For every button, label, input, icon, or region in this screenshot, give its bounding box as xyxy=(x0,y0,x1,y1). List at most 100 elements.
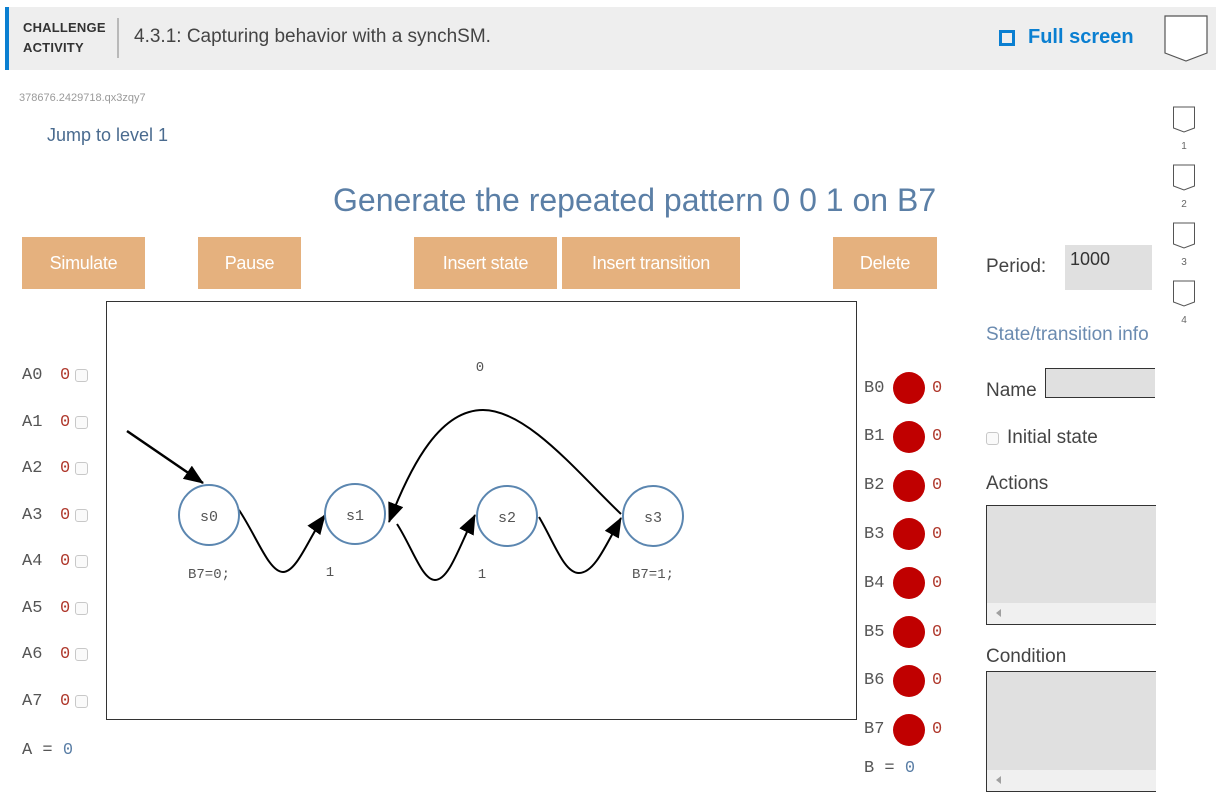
fullscreen-button[interactable]: Full screen xyxy=(999,26,1134,49)
output-led-icon xyxy=(893,713,925,746)
level-badge-icon xyxy=(1173,222,1195,249)
output-value: 0 xyxy=(932,476,943,496)
level-indicator-1[interactable]: 1 xyxy=(1172,106,1196,152)
transition-s2-s3[interactable] xyxy=(538,516,622,575)
input-checkbox[interactable] xyxy=(75,369,88,382)
input-checkbox[interactable] xyxy=(75,415,88,429)
task-prompt: Generate the repeated pattern 0 0 1 on B… xyxy=(333,182,937,218)
jump-to-level-link[interactable]: Jump to level 1 xyxy=(47,125,168,146)
state-diagram: s0 s1 s2 s3 B7=0; B7=1; 1 1 0 xyxy=(126,360,684,583)
challenge-label-line1: CHALLENGE xyxy=(23,20,106,35)
initial-state-checkbox[interactable] xyxy=(986,431,999,445)
input-name: A6 xyxy=(22,645,43,664)
level-indicator-2[interactable]: 2 xyxy=(1172,164,1196,210)
input-row-a0: A0 0 xyxy=(22,366,88,385)
level-indicator-3[interactable]: 3 xyxy=(1172,222,1196,268)
transition-s1-s2-condition: 1 xyxy=(478,567,486,583)
state-s0[interactable]: s0 xyxy=(178,484,240,546)
actions-label: Actions xyxy=(986,473,1049,494)
output-name: B2 xyxy=(864,476,885,496)
state-s0-name: s0 xyxy=(200,509,218,526)
delete-button[interactable]: Delete xyxy=(833,237,937,289)
output-row-b2: B2 0 xyxy=(864,469,943,502)
output-total-value: 0 xyxy=(904,759,916,778)
input-row-a3: A3 0 xyxy=(22,506,88,525)
output-led-icon xyxy=(893,518,925,551)
pause-button[interactable]: Pause xyxy=(198,237,301,289)
output-row-b0: B0 0 xyxy=(864,372,942,404)
state-s1-name: s1 xyxy=(346,508,364,525)
fullscreen-label: Full screen xyxy=(1028,26,1134,48)
input-value: 0 xyxy=(60,691,71,711)
input-name: A2 xyxy=(22,459,43,478)
output-value: 0 xyxy=(932,720,943,740)
name-input[interactable] xyxy=(1045,368,1155,398)
state-s3[interactable]: s3 xyxy=(622,485,684,547)
input-value: 0 xyxy=(60,366,71,385)
output-led-icon xyxy=(893,469,925,502)
initial-state-row[interactable]: Initial state xyxy=(986,427,1098,449)
input-checkbox[interactable] xyxy=(75,508,88,522)
activity-title: 4.3.1: Capturing behavior with a synchSM… xyxy=(134,26,491,47)
activity-id: 378676.2429718.qx3zqy7 xyxy=(19,92,146,104)
input-row-a6: A6 0 xyxy=(22,645,88,664)
condition-textarea[interactable] xyxy=(986,671,1156,792)
condition-horizontal-scrollbar[interactable] xyxy=(987,770,1156,791)
input-row-a2: A2 0 xyxy=(22,459,88,478)
input-checkbox[interactable] xyxy=(75,601,88,615)
input-checkbox[interactable] xyxy=(75,555,88,568)
state-transition-info-title: State/transition info xyxy=(986,324,1149,345)
state-s3-action: B7=1; xyxy=(632,567,674,583)
period-input[interactable]: 1000 xyxy=(1065,245,1152,290)
actions-horizontal-scrollbar[interactable] xyxy=(987,603,1156,624)
transition-s1-s2[interactable] xyxy=(396,514,476,582)
level-number: 1 xyxy=(1181,141,1187,152)
output-row-b1: B1 0 xyxy=(864,420,943,453)
simulate-button[interactable]: Simulate xyxy=(22,237,145,289)
fullscreen-icon xyxy=(999,29,1015,46)
initial-transition-arrow[interactable] xyxy=(126,429,204,485)
output-row-b6: B6 0 xyxy=(864,664,942,697)
input-row-a5: A5 0 xyxy=(22,599,88,618)
completion-badge-icon xyxy=(1164,15,1208,62)
input-checkbox[interactable] xyxy=(75,694,88,708)
output-name: B0 xyxy=(864,378,885,398)
input-checkbox[interactable] xyxy=(75,648,88,661)
state-s3-name: s3 xyxy=(644,510,662,527)
output-name: B5 xyxy=(864,622,885,642)
output-total-label: B = xyxy=(864,759,895,778)
actions-textarea[interactable] xyxy=(986,505,1156,625)
input-checkbox[interactable] xyxy=(75,462,88,475)
output-name: B7 xyxy=(864,720,885,740)
state-s1[interactable]: s1 xyxy=(324,483,386,545)
state-machine-canvas[interactable]: s0 s1 s2 s3 B7=0; B7=1; 1 1 0 xyxy=(106,301,857,720)
output-value: 0 xyxy=(932,378,943,398)
state-s2[interactable]: s2 xyxy=(476,485,538,547)
activity-header: CHALLENGE ACTIVITY 4.3.1: Capturing beha… xyxy=(5,7,1216,70)
output-name: B1 xyxy=(864,427,885,447)
input-name: A4 xyxy=(22,552,43,571)
scroll-left-arrow-icon[interactable] xyxy=(996,776,1001,784)
output-led-icon xyxy=(893,372,925,404)
level-badge-icon xyxy=(1173,164,1195,191)
output-name: B6 xyxy=(864,671,885,691)
scroll-left-arrow-icon[interactable] xyxy=(996,609,1001,617)
output-value: 0 xyxy=(932,427,943,447)
output-led-icon xyxy=(893,616,925,648)
level-number: 4 xyxy=(1181,315,1187,326)
level-indicator-4[interactable]: 4 xyxy=(1172,280,1196,326)
output-led-icon xyxy=(893,420,925,453)
input-name: A0 xyxy=(22,366,43,385)
output-row-b5: B5 0 xyxy=(864,616,942,648)
state-s0-action: B7=0; xyxy=(188,567,230,583)
input-name: A7 xyxy=(22,691,43,711)
level-number: 2 xyxy=(1181,199,1187,210)
input-total: A = 0 xyxy=(22,741,73,760)
input-value: 0 xyxy=(60,459,71,478)
transition-s0-s1[interactable] xyxy=(238,509,326,574)
level-badge-icon xyxy=(1173,280,1195,307)
insert-state-button[interactable]: Insert state xyxy=(414,237,557,289)
output-led-icon xyxy=(893,664,925,697)
insert-transition-button[interactable]: Insert transition xyxy=(562,237,740,289)
output-name: B3 xyxy=(864,524,885,544)
